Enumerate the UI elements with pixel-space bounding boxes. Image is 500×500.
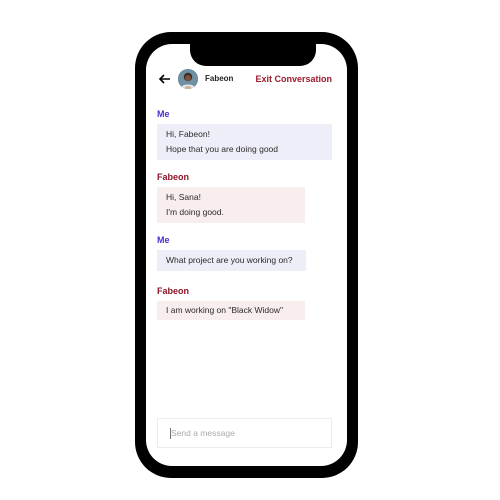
message-text: What project are you working on? — [166, 255, 293, 265]
message-bubble: I am working on "Black Widow" — [157, 301, 305, 320]
sender-label: Fabeon — [157, 286, 190, 296]
contact-name: Fabeon — [205, 74, 234, 83]
message-item: Me Hi, Fabeon! Hope that you are doing g… — [157, 109, 332, 160]
message-text: Hi, Sana! — [166, 192, 201, 202]
message-text: Hope that you are doing good — [166, 144, 279, 154]
arrow-left-icon[interactable] — [158, 72, 172, 86]
sender-label: Me — [157, 109, 170, 119]
chat-screen: Fabeon Exit Conversation Me Hi, Fabeon! … — [146, 44, 347, 466]
message-text: Hi, Fabeon! — [166, 129, 210, 139]
message-text: I'm doing good. — [166, 207, 224, 217]
message-bubble: Hi, Fabeon! Hope that you are doing good — [157, 124, 332, 160]
message-bubble: What project are you working on? — [157, 250, 306, 271]
message-item: Me What project are you working on? — [157, 235, 306, 271]
text-caret — [170, 428, 171, 439]
message-item: Fabeon Hi, Sana! I'm doing good. — [157, 172, 305, 223]
sender-label: Me — [157, 235, 170, 245]
message-text: I am working on "Black Widow" — [166, 305, 284, 315]
avatar[interactable] — [178, 69, 198, 89]
message-bubble: Hi, Sana! I'm doing good. — [157, 187, 305, 223]
message-input[interactable] — [158, 419, 331, 447]
sender-label: Fabeon — [157, 172, 190, 182]
exit-conversation-button[interactable]: Exit Conversation — [255, 74, 332, 84]
message-item: Fabeon I am working on "Black Widow" — [157, 286, 305, 320]
message-composer — [157, 418, 332, 448]
phone-notch — [190, 40, 316, 66]
